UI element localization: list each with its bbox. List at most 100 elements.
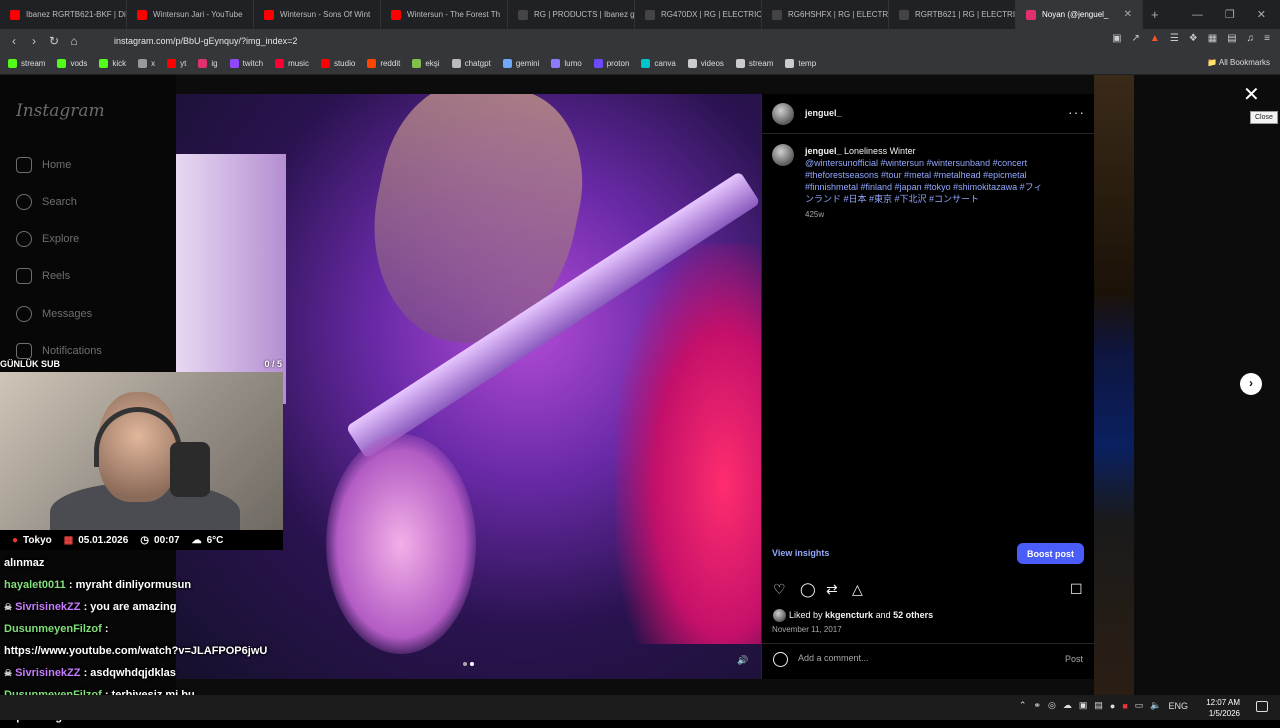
- nav-notifications[interactable]: Notifications: [16, 343, 102, 359]
- restore-icon[interactable]: ❐: [1225, 8, 1235, 21]
- browser-tab[interactable]: Wintersun - Sons Of Wint: [254, 0, 381, 29]
- chat-text: : myraht dinliyormusun: [68, 579, 192, 591]
- bookmarks-bar: stream vods kick x yt ig twitch music studio redd…: [0, 53, 1280, 75]
- bookmark-item[interactable]: twitch: [229, 59, 263, 68]
- more-options-icon[interactable]: ···: [1068, 104, 1085, 120]
- browser-tab[interactable]: Wintersun - The Forest Th: [381, 0, 508, 29]
- extensions-icon[interactable]: ❖: [1189, 33, 1198, 44]
- bookmark-item[interactable]: reddit: [367, 59, 400, 68]
- bookmark-item[interactable]: canva: [641, 59, 676, 68]
- bookmark-item[interactable]: yt: [167, 59, 186, 68]
- post-comment-button[interactable]: Post: [1065, 654, 1083, 664]
- volume-icon[interactable]: 🔈: [1150, 700, 1161, 711]
- url-field[interactable]: instagram.com/p/BbU-gEynquy/?img_index=2: [92, 32, 1032, 50]
- speaker-icon[interactable]: 🔊: [736, 655, 750, 669]
- bookmark-item[interactable]: vods: [57, 59, 87, 68]
- forward-icon[interactable]: ›: [24, 34, 44, 48]
- close-tooltip: Close: [1250, 111, 1278, 124]
- bookmark-save-icon[interactable]: ☐: [1070, 581, 1083, 598]
- bookmark-item[interactable]: ig: [198, 59, 218, 68]
- instagram-logo[interactable]: Instagram: [16, 101, 105, 121]
- install-icon[interactable]: ▣: [1112, 33, 1121, 44]
- tab-close-icon[interactable]: ✕: [1124, 9, 1132, 20]
- browser-tab[interactable]: Wintersun Jari - YouTube: [127, 0, 254, 29]
- next-post-chevron-icon[interactable]: ›: [1240, 373, 1262, 395]
- minimize-icon[interactable]: —: [1192, 9, 1203, 21]
- reload-icon[interactable]: ↻: [44, 34, 64, 48]
- browser-tab[interactable]: RG6HSHFX | RG | ELECTRI: [762, 0, 889, 29]
- view-insights-link[interactable]: View insights: [772, 548, 829, 558]
- bookmark-label: stream: [748, 59, 774, 68]
- cloud-tray-icon[interactable]: ☁: [1063, 700, 1072, 711]
- taskbar-time: 12:07 AM: [1206, 698, 1240, 707]
- post-username[interactable]: jenguel_: [805, 108, 842, 118]
- emoji-icon[interactable]: [773, 652, 788, 667]
- language-indicator[interactable]: ENG: [1168, 701, 1188, 711]
- close-window-icon[interactable]: ✕: [1257, 8, 1266, 21]
- bookmark-item[interactable]: x: [138, 59, 155, 68]
- avatar[interactable]: [772, 103, 794, 125]
- bookmark-item[interactable]: stream: [8, 59, 45, 68]
- taskbar-clock[interactable]: 12:07 AM 1/5/2026: [1206, 697, 1240, 719]
- network-icon[interactable]: ▭: [1135, 700, 1144, 711]
- share-icon[interactable]: ↗: [1132, 33, 1140, 44]
- liked-by-others[interactable]: 52 others: [893, 610, 933, 620]
- repost-icon[interactable]: ⇄: [826, 581, 838, 598]
- liked-by-user[interactable]: kkgencturk: [825, 610, 873, 620]
- nav-messages[interactable]: Messages: [16, 306, 92, 322]
- nav-search[interactable]: Search: [16, 194, 77, 210]
- browser-tab[interactable]: Ibanez RGRTB621-BKF | Di: [0, 0, 127, 29]
- nav-explore[interactable]: Explore: [16, 231, 79, 247]
- brave-shield-icon[interactable]: ▲: [1150, 33, 1160, 44]
- comment-input[interactable]: [798, 653, 1038, 663]
- boost-post-button[interactable]: Boost post: [1017, 543, 1084, 564]
- bookmark-favicon-icon: [275, 59, 285, 68]
- bookmark-item[interactable]: proton: [593, 59, 630, 68]
- bookmark-label: proton: [606, 59, 630, 68]
- bookmark-item[interactable]: gemini: [502, 59, 539, 68]
- daily-sub-count: 0 / 5: [264, 359, 282, 369]
- bookmark-item[interactable]: music: [275, 59, 309, 68]
- notification-icon[interactable]: [1256, 701, 1268, 712]
- tray-chevron-icon[interactable]: ⌃: [1019, 700, 1027, 711]
- bookmark-item[interactable]: kick: [99, 59, 126, 68]
- caption-age[interactable]: 425w: [805, 210, 824, 219]
- caption-username[interactable]: jenguel_: [805, 146, 842, 156]
- browser-tab[interactable]: RG470DX | RG | ELECTRIC: [635, 0, 762, 29]
- new-tab-icon[interactable]: +: [1151, 7, 1159, 22]
- window-tray-icon[interactable]: ▣: [1079, 700, 1088, 711]
- caption-avatar[interactable]: [772, 144, 794, 166]
- address-bar: ‹ › ↻ ⌂ instagram.com/p/BbU-gEynquy/?img…: [0, 29, 1280, 53]
- headset-icon[interactable]: ⚭: [1033, 700, 1041, 711]
- bookmark-item[interactable]: stream: [735, 59, 774, 68]
- bookmark-item[interactable]: chatgpt: [451, 59, 491, 68]
- home-icon[interactable]: ⌂: [64, 34, 84, 48]
- all-bookmarks[interactable]: 📁 All Bookmarks: [1207, 58, 1270, 67]
- nav-home[interactable]: Home: [16, 157, 71, 173]
- bookmark-item[interactable]: videos: [687, 59, 724, 68]
- browser-tab[interactable]: RG | PRODUCTS | Ibanez g: [508, 0, 635, 29]
- reading-list-icon[interactable]: ▤: [1227, 33, 1236, 44]
- record-icon[interactable]: ■: [1122, 701, 1127, 711]
- bookmark-item[interactable]: ekşi: [412, 59, 440, 68]
- like-heart-icon[interactable]: ♡: [773, 581, 786, 598]
- controller-icon[interactable]: ▤: [1094, 700, 1103, 711]
- menu-icon[interactable]: ≡: [1264, 33, 1270, 44]
- bookmark-item[interactable]: lumo: [551, 59, 582, 68]
- nav-reels[interactable]: Reels: [16, 268, 70, 284]
- bookmark-item[interactable]: studio: [320, 59, 355, 68]
- mic-tray-icon[interactable]: ●: [1110, 701, 1115, 711]
- browser-tab[interactable]: RGRTB621 | RG | ELECTRI: [889, 0, 1016, 29]
- close-icon[interactable]: ✕: [1243, 85, 1260, 105]
- back-icon[interactable]: ‹: [4, 34, 24, 48]
- wallet-icon[interactable]: ▦: [1208, 33, 1217, 44]
- comment-icon[interactable]: ◯: [800, 581, 816, 598]
- caption-hashtags[interactable]: @wintersunofficial #wintersun #wintersun…: [805, 158, 1042, 204]
- sidebar-icon[interactable]: ☰: [1170, 33, 1179, 44]
- post-date[interactable]: November 11, 2017: [772, 625, 842, 634]
- music-icon[interactable]: ♫: [1247, 33, 1255, 44]
- share-send-icon[interactable]: △: [852, 581, 863, 598]
- browser-tab[interactable]: Noyan (@jenguel_ ✕: [1016, 0, 1143, 29]
- bookmark-item[interactable]: temp: [785, 59, 816, 68]
- globe-icon[interactable]: ◎: [1048, 700, 1056, 711]
